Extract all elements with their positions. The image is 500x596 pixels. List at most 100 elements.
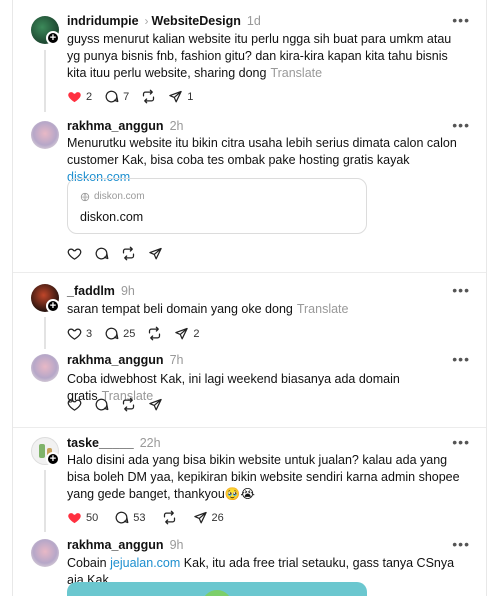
like-count: 50 [86, 511, 99, 524]
follow-plus-icon[interactable]: + [46, 452, 60, 466]
post-header: indridumpie › WebsiteDesign 1d [67, 14, 261, 28]
post-text: guyss menurut kalian website itu perlu n… [67, 31, 467, 82]
more-icon[interactable]: ••• [452, 12, 470, 28]
post-actions [67, 246, 175, 261]
more-icon[interactable]: ••• [452, 536, 470, 552]
reply-count: 53 [133, 511, 146, 524]
reply-rakhma-anggun[interactable]: rakhma_anggun 2h ••• Menurutku website it… [13, 115, 486, 270]
share-icon [193, 510, 208, 525]
username[interactable]: rakhma_anggun [67, 353, 164, 367]
username[interactable]: taske_____ [67, 436, 134, 450]
timestamp: 7h [169, 353, 184, 367]
share-button[interactable] [148, 246, 163, 261]
repost-button[interactable] [141, 89, 156, 104]
username[interactable]: _faddlm [67, 284, 115, 298]
more-icon[interactable]: ••• [452, 351, 470, 367]
timestamp: 2h [169, 119, 184, 133]
card-title: diskon.com [80, 210, 144, 224]
post-header: rakhma_anggun 7h [67, 353, 183, 367]
card-domain-text: diskon.com [94, 191, 145, 202]
post-taske[interactable]: + taske_____ 22h ••• Halo disini ada yang… [13, 428, 486, 532]
post-link[interactable]: jejualan.com [110, 556, 180, 570]
post-text: Halo disini ada yang bisa bikin website … [67, 452, 467, 503]
repost-button[interactable] [121, 397, 136, 412]
share-button[interactable]: 2 [174, 326, 200, 341]
share-icon [148, 397, 163, 412]
follow-plus-icon[interactable]: + [46, 299, 60, 313]
more-icon[interactable]: ••• [452, 117, 470, 133]
post-actions: 50 53 26 [67, 510, 236, 525]
comment-icon [94, 397, 109, 412]
heart-icon [67, 326, 82, 341]
like-button[interactable] [67, 397, 82, 412]
thread-connector-line [44, 317, 46, 349]
avatar[interactable] [31, 121, 59, 149]
card-domain: diskon.com [80, 191, 145, 202]
share-button[interactable]: 1 [168, 89, 193, 104]
comment-icon [114, 510, 129, 525]
share-button[interactable] [148, 397, 163, 412]
reply-button[interactable] [94, 397, 109, 412]
like-button[interactable]: 2 [67, 89, 92, 104]
username[interactable]: rakhma_anggun [67, 538, 164, 552]
share-button[interactable]: 26 [193, 510, 224, 525]
avatar[interactable] [31, 354, 59, 382]
timestamp: 9h [169, 538, 184, 552]
like-button[interactable]: 50 [67, 510, 98, 525]
username[interactable]: indridumpie [67, 14, 139, 28]
repost-button[interactable] [162, 510, 177, 525]
heart-icon [67, 397, 82, 412]
thread-connector-line [44, 50, 46, 112]
reply-button[interactable]: 7 [104, 89, 129, 104]
share-count: 2 [193, 327, 200, 340]
comment-icon [104, 89, 119, 104]
like-button[interactable]: 3 [67, 326, 92, 341]
chevron-right-icon: › [144, 14, 149, 28]
more-icon[interactable]: ••• [452, 434, 470, 450]
post-actions [67, 397, 175, 412]
reply-button[interactable]: 25 [104, 326, 135, 341]
reply-count: 25 [123, 327, 136, 340]
repost-button[interactable] [121, 246, 136, 261]
share-icon [168, 89, 183, 104]
follow-plus-icon[interactable]: + [46, 31, 60, 45]
thread-feed: + indridumpie › WebsiteDesign 1d ••• guyss … [12, 0, 487, 596]
repost-button[interactable] [147, 326, 162, 341]
timestamp: 22h [139, 436, 161, 450]
share-count: 1 [187, 90, 194, 103]
reply-count: 7 [123, 90, 130, 103]
globe-icon [80, 192, 90, 202]
heart-icon [67, 246, 82, 261]
username[interactable]: rakhma_anggun [67, 119, 164, 133]
link-preview-card[interactable]: diskon.com diskon.com [67, 178, 367, 234]
post-actions: 2 7 1 [67, 89, 205, 104]
share-count: 26 [211, 511, 224, 524]
post-indridumpie[interactable]: + indridumpie › WebsiteDesign 1d ••• guyss … [13, 0, 486, 115]
post-body: Halo disini ada yang bisa bikin website … [67, 453, 460, 501]
post-text: saran tempat beli domain yang oke dong Tr… [67, 301, 467, 318]
repost-icon [162, 510, 177, 525]
translate-link[interactable]: Translate [270, 66, 322, 80]
like-count: 3 [86, 327, 93, 340]
like-button[interactable] [67, 246, 82, 261]
reply-button[interactable] [94, 246, 109, 261]
more-icon[interactable]: ••• [452, 282, 470, 298]
timestamp: 1d [246, 14, 261, 28]
reply-button[interactable]: 53 [114, 510, 146, 525]
avatar[interactable] [31, 539, 59, 567]
post-body: guyss menurut kalian website itu perlu n… [67, 32, 452, 80]
timestamp: 9h [120, 284, 135, 298]
post-header: rakhma_anggun 9h [67, 538, 183, 552]
post-faddlm[interactable]: + _faddlm 9h ••• saran tempat beli domain… [13, 273, 486, 349]
post-body-before: Cobain [67, 556, 107, 570]
repost-icon [147, 326, 162, 341]
topic-tag[interactable]: WebsiteDesign [152, 14, 241, 28]
translate-link[interactable]: Translate [297, 302, 349, 316]
heart-icon [67, 89, 82, 104]
comment-icon [94, 246, 109, 261]
share-icon [148, 246, 163, 261]
post-header: rakhma_anggun 2h [67, 119, 183, 133]
post-header: _faddlm 9h [67, 284, 135, 298]
reply-rakhma-anggun[interactable]: rakhma_anggun 7h ••• Coba idwebhost Kak, … [13, 348, 486, 426]
media-preview[interactable] [67, 582, 367, 596]
